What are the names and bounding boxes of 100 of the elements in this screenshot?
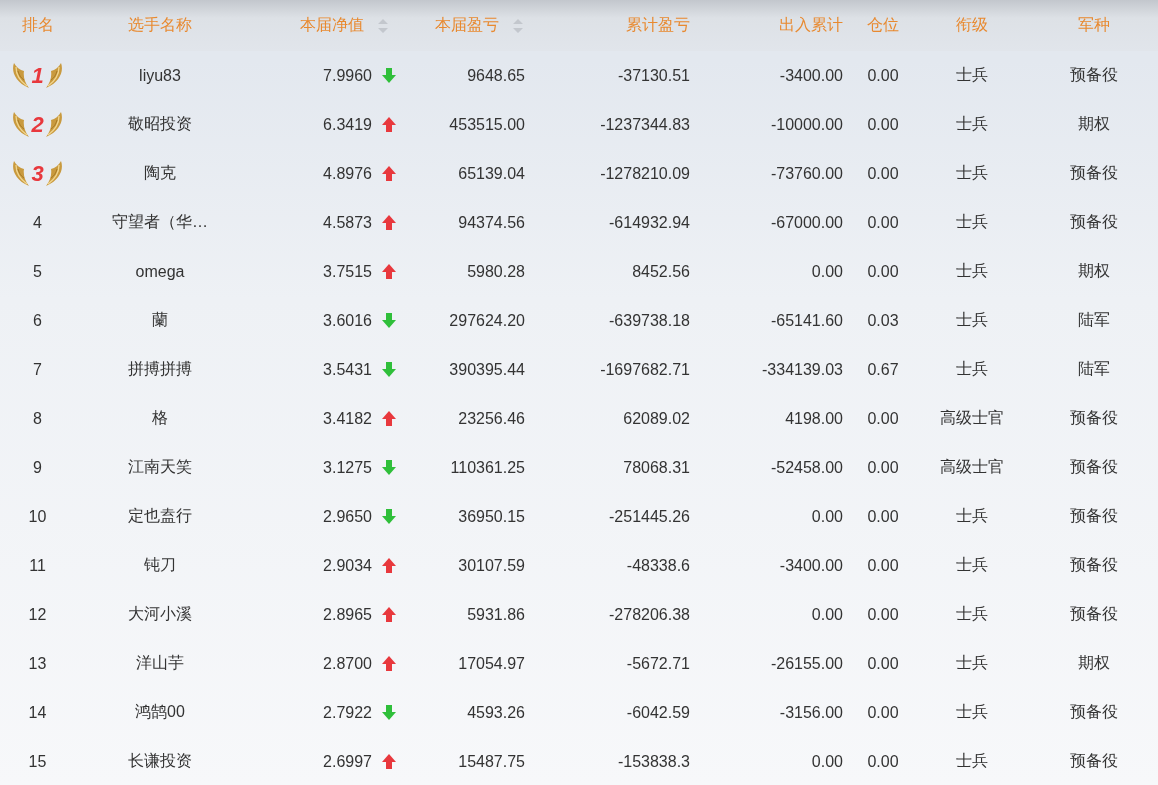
table-cell: 453515.00	[449, 115, 525, 134]
table-cell: 0.00	[867, 703, 899, 722]
sort-icon	[378, 18, 388, 33]
table-cell: 94374.56	[458, 213, 525, 232]
table-cell-text: 期权	[1078, 114, 1110, 134]
table-cell-text: 士兵	[955, 65, 988, 85]
rank-number: 11	[29, 556, 46, 575]
column-header: 军种	[1078, 15, 1110, 35]
table-cell-text: 士兵	[955, 261, 988, 281]
table-cell: 5980.28	[467, 262, 525, 281]
rank-number: 8	[33, 409, 42, 428]
table-cell: 0.00	[867, 262, 899, 281]
table-cell: 0.00	[867, 115, 899, 134]
table-cell: -37130.51	[617, 66, 690, 85]
player-name: 敬昭投资	[128, 114, 192, 134]
table-cell-text: 预备役	[1070, 457, 1118, 477]
rank-number: 3	[31, 160, 44, 187]
table-cell: -153838.3	[617, 752, 690, 771]
table-cell: 2.7922	[323, 703, 372, 722]
table-cell: 2.6997	[323, 752, 372, 771]
table-cell-text: 预备役	[1070, 65, 1118, 85]
table-cell: 4.8976	[323, 164, 372, 183]
table-cell-text: 期权	[1078, 261, 1110, 281]
table-cell: -65141.60	[770, 311, 843, 330]
table-cell: 3.4182	[323, 409, 372, 428]
table-cell-text: 高级士官	[939, 408, 1004, 428]
player-name: 钝刀	[144, 555, 176, 575]
table-cell-text: 士兵	[955, 359, 988, 379]
table-cell: 4593.26	[467, 703, 525, 722]
table-cell-text: 士兵	[955, 555, 988, 575]
player-name: 陶克	[144, 163, 176, 183]
table-cell: 7.9960	[323, 66, 372, 85]
table-cell: 0.00	[867, 213, 899, 232]
table-cell: -334139.03	[762, 360, 843, 379]
table-cell-text: 士兵	[955, 751, 988, 771]
table-cell: 2.8700	[323, 654, 372, 673]
table-cell: 4.5873	[323, 213, 372, 232]
table-cell: 78068.31	[623, 458, 690, 477]
table-cell-text: 陆军	[1078, 359, 1110, 379]
player-name: 定也盍行	[128, 506, 192, 526]
table-cell: 2.9034	[323, 556, 372, 575]
table-cell: 15487.75	[458, 752, 525, 771]
wing-icon	[44, 160, 63, 187]
player-name: 长谦投资	[128, 751, 192, 771]
table-cell: 3.1275	[323, 458, 372, 477]
table-cell: 62089.02	[623, 409, 690, 428]
table-cell: 297624.20	[449, 311, 525, 330]
table-cell: 0.00	[867, 458, 899, 477]
table-cell: 5931.86	[467, 605, 525, 624]
table-cell: -3156.00	[779, 703, 843, 722]
column-header[interactable]: 本届盈亏	[435, 15, 523, 36]
wing-icon	[12, 160, 31, 187]
wing-icon	[12, 111, 31, 138]
rank-number: 4	[33, 213, 42, 232]
table-cell-text: 士兵	[955, 310, 988, 330]
player-name: omega	[135, 262, 185, 281]
table-cell: 0.00	[867, 507, 899, 526]
table-cell: -3400.00	[779, 556, 843, 575]
rank-number: 9	[33, 458, 42, 477]
table-cell: -278206.38	[609, 605, 690, 624]
column-header: 排名	[21, 15, 54, 35]
table-cell-text: 士兵	[955, 212, 988, 232]
table-cell-text: 士兵	[955, 163, 988, 183]
column-header[interactable]: 本届净值	[300, 15, 388, 36]
rank-number: 13	[28, 654, 47, 673]
column-header: 累计盈亏	[626, 15, 690, 35]
table-cell: -1697682.71	[600, 360, 690, 379]
rank-number: 1	[31, 62, 44, 89]
table-cell-text: 预备役	[1070, 555, 1118, 575]
table-cell: 9648.65	[467, 66, 525, 85]
table-cell: 0.00	[811, 605, 843, 624]
table-cell: -1237344.83	[600, 115, 690, 134]
table-cell: -614932.94	[609, 213, 690, 232]
table-cell-text: 高级士官	[939, 457, 1004, 477]
column-header: 仓位	[867, 15, 899, 35]
player-name: 江南天笑	[128, 457, 192, 477]
table-cell: 0.00	[867, 605, 899, 624]
rank-number: 7	[33, 360, 42, 379]
player-name: 守望者（华…	[112, 212, 208, 232]
column-header: 选手名称	[128, 15, 192, 35]
sort-icon	[513, 18, 523, 33]
column-header: 出入累计	[779, 15, 843, 35]
rank-number: 15	[28, 752, 47, 771]
table-cell: -67000.00	[770, 213, 843, 232]
table-cell: 3.7515	[323, 262, 372, 281]
column-header: 衔级	[955, 15, 988, 35]
table-cell: 3.6016	[323, 311, 372, 330]
table-cell-text: 预备役	[1070, 506, 1118, 526]
table-cell: 17054.97	[458, 654, 525, 673]
player-name: 大河小溪	[128, 604, 192, 624]
table-cell: 4198.00	[785, 409, 843, 428]
player-name: 鸿鹄00	[135, 702, 185, 722]
rank-number: 2	[31, 111, 44, 138]
table-cell-text: 预备役	[1070, 163, 1118, 183]
table-cell: 0.67	[867, 360, 899, 379]
table-cell-text: 预备役	[1070, 751, 1118, 771]
table-cell: -10000.00	[770, 115, 843, 134]
table-cell-text: 预备役	[1070, 212, 1118, 232]
table-cell: -5672.71	[626, 654, 690, 673]
rank-number: 14	[28, 703, 47, 722]
